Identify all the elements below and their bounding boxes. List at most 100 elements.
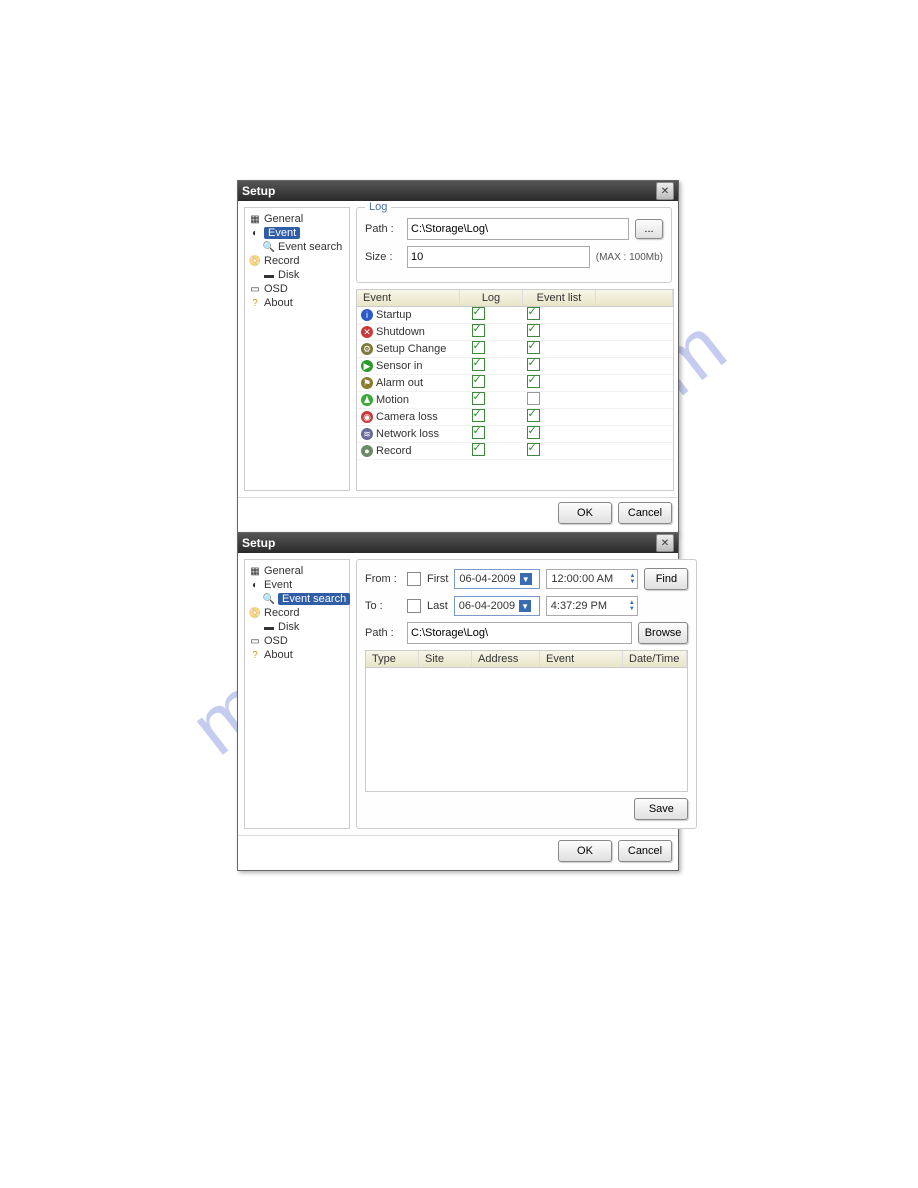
eventlist-checkbox[interactable] [527, 358, 540, 371]
tree-item-about[interactable]: ?About [247, 648, 347, 662]
tree-item-disk[interactable]: ▬Disk [261, 268, 347, 282]
tree-item-general[interactable]: ▦General [247, 212, 347, 226]
ok-button[interactable]: OK [558, 840, 612, 862]
tree-item-event[interactable]: ◐Event [247, 578, 347, 592]
browse-button[interactable]: Browse [638, 622, 689, 644]
to-time-value: 4:37:29 PM [551, 600, 607, 612]
tree-item-osd[interactable]: ▭OSD [247, 282, 347, 296]
eventlist-checkbox[interactable] [527, 307, 540, 320]
table-row: ✕Shutdown [357, 324, 673, 341]
eventlist-checkbox[interactable] [527, 409, 540, 422]
size-input[interactable] [407, 246, 590, 268]
titlebar[interactable]: Setup ✕ [238, 533, 678, 553]
tree-item-osd[interactable]: ▭OSD [247, 634, 347, 648]
ok-button[interactable]: OK [558, 502, 612, 524]
event-name: Startup [376, 309, 411, 321]
tree-item-event-search[interactable]: 🔍Event search [261, 240, 347, 254]
table-row: ♟Motion [357, 392, 673, 409]
tree-item-about[interactable]: ?About [247, 296, 347, 310]
tree-item-general[interactable]: ▦General [247, 564, 347, 578]
sensor-icon: ▶ [361, 360, 373, 372]
time-spinner[interactable]: ▲▼ [629, 600, 635, 612]
tree-label: Event [264, 579, 292, 591]
osd-icon: ▭ [249, 635, 261, 647]
event-name: Record [376, 445, 411, 457]
tree-item-record[interactable]: 📀Record [247, 606, 347, 620]
col-site[interactable]: Site [419, 651, 472, 667]
eventlist-checkbox[interactable] [527, 443, 540, 456]
tree-label: OSD [264, 635, 288, 647]
log-checkbox[interactable] [472, 392, 485, 405]
log-checkbox[interactable] [472, 443, 485, 456]
time-spinner[interactable]: ▲▼ [629, 573, 635, 585]
results-table: Type Site Address Event Date/Time [365, 650, 688, 792]
table-row: ●Record [357, 443, 673, 460]
log-checkbox[interactable] [472, 358, 485, 371]
about-icon: ? [249, 297, 261, 309]
tree-item-event-search[interactable]: 🔍Event search [261, 592, 347, 606]
titlebar[interactable]: Setup ✕ [238, 181, 678, 201]
col-datetime[interactable]: Date/Time [623, 651, 687, 667]
col-eventlist[interactable]: Event list [523, 290, 596, 306]
chevron-down-icon[interactable]: ▼ [520, 573, 532, 585]
table-row: ⚑Alarm out [357, 375, 673, 392]
log-checkbox[interactable] [472, 375, 485, 388]
tree-label: General [264, 565, 303, 577]
disk-icon: ▬ [263, 269, 275, 281]
path-label: Path : [365, 223, 401, 235]
event-name: Shutdown [376, 326, 425, 338]
tree-item-disk[interactable]: ▬Disk [261, 620, 347, 634]
tree-label: About [264, 297, 293, 309]
log-checkbox[interactable] [472, 409, 485, 422]
event-name: Sensor in [376, 360, 422, 372]
col-log[interactable]: Log [460, 290, 523, 306]
from-date-picker[interactable]: 06-04-2009▼ [454, 569, 540, 589]
last-checkbox[interactable] [407, 599, 421, 613]
eventlist-checkbox[interactable] [527, 426, 540, 439]
close-icon[interactable]: ✕ [656, 534, 674, 552]
browse-button[interactable]: ... [635, 219, 663, 239]
eventlist-checkbox[interactable] [527, 324, 540, 337]
tree-label: About [264, 649, 293, 661]
general-icon: ▦ [249, 213, 261, 225]
eventlist-checkbox[interactable] [527, 392, 540, 405]
to-date-picker[interactable]: 06-04-2009▼ [454, 596, 540, 616]
log-checkbox[interactable] [472, 324, 485, 337]
table-row: ≋Network loss [357, 426, 673, 443]
search-icon: 🔍 [263, 593, 275, 605]
log-checkbox[interactable] [472, 307, 485, 320]
close-icon[interactable]: ✕ [656, 182, 674, 200]
first-checkbox[interactable] [407, 572, 421, 586]
tree-item-event[interactable]: ◐Event [247, 226, 347, 240]
col-event[interactable]: Event [540, 651, 623, 667]
col-event[interactable]: Event [357, 290, 460, 306]
col-type[interactable]: Type [366, 651, 419, 667]
tree-label: Record [264, 255, 299, 267]
cancel-button[interactable]: Cancel [618, 840, 672, 862]
log-checkbox[interactable] [472, 426, 485, 439]
eventlist-checkbox[interactable] [527, 341, 540, 354]
log-checkbox[interactable] [472, 341, 485, 354]
eventlist-checkbox[interactable] [527, 375, 540, 388]
path-input[interactable] [407, 622, 632, 644]
save-button[interactable]: Save [634, 798, 688, 820]
cancel-button[interactable]: Cancel [618, 502, 672, 524]
to-time-picker[interactable]: 4:37:29 PM ▲▼ [546, 596, 638, 616]
stop-icon: ✕ [361, 326, 373, 338]
table-row: ▶Sensor in [357, 358, 673, 375]
event-icon: ◐ [249, 579, 261, 591]
tree-label: OSD [264, 283, 288, 295]
record-icon: 📀 [249, 255, 261, 267]
tree-label: Disk [278, 621, 299, 633]
tree-item-record[interactable]: 📀Record [247, 254, 347, 268]
col-address[interactable]: Address [472, 651, 540, 667]
event-icon: ◐ [249, 227, 261, 239]
last-label: Last [427, 600, 448, 612]
from-time-picker[interactable]: 12:00:00 AM▲▼ [546, 569, 638, 589]
find-button[interactable]: Find [644, 568, 688, 590]
alarm-icon: ⚑ [361, 377, 373, 389]
general-icon: ▦ [249, 565, 261, 577]
osd-icon: ▭ [249, 283, 261, 295]
path-input[interactable] [407, 218, 629, 240]
chevron-down-icon[interactable]: ▼ [519, 600, 531, 612]
